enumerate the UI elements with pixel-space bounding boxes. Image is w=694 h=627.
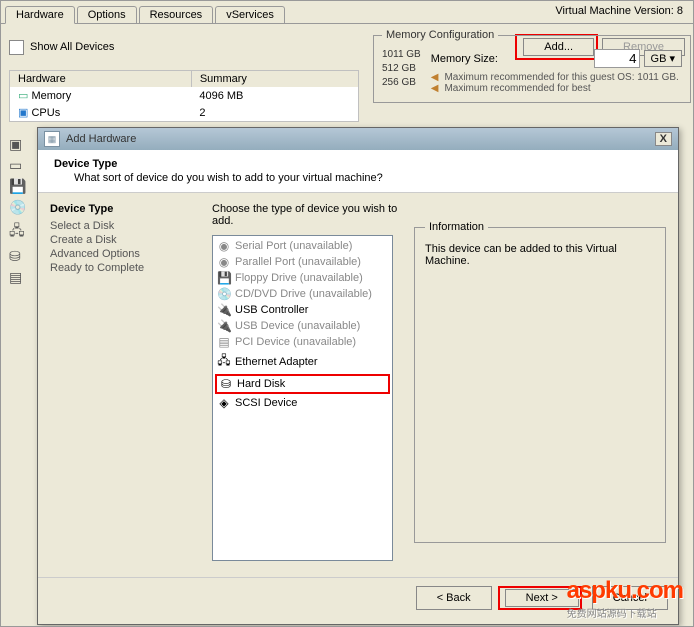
table-row[interactable]: ▭ Memory 4096 MB	[10, 87, 359, 104]
device-icon: 💾	[9, 178, 26, 195]
device-icon: ▭	[9, 157, 26, 174]
device-item-label: CD/DVD Drive (unavailable)	[235, 288, 372, 300]
info-panel: Information This device can be added to …	[402, 193, 678, 577]
watermark-sub: 免费网站源码下载站	[567, 605, 683, 620]
device-item[interactable]: ⛁ Hard Disk	[217, 376, 388, 392]
dialog-header: Device Type What sort of device do you w…	[38, 150, 678, 193]
watermark-main: aspku.com	[567, 577, 683, 604]
device-item-label: USB Controller	[235, 304, 308, 316]
watermark: aspku.com 免费网站源码下载站	[567, 577, 683, 620]
row-value: 4096 MB	[191, 87, 358, 104]
dialog-icon: ▦	[44, 131, 60, 147]
device-icon: ⛁	[9, 248, 26, 265]
device-item-label: SCSI Device	[235, 397, 297, 409]
device-type-panel: Choose the type of device you wish to ad…	[212, 193, 402, 577]
device-item-label: Floppy Drive (unavailable)	[235, 272, 363, 284]
wizard-steps: Device Type Select a Disk Create a Disk …	[38, 193, 212, 577]
device-icon: 💿	[9, 199, 26, 216]
device-item[interactable]: 🖧 Ethernet Adapter	[215, 350, 390, 373]
tab-resources[interactable]: Resources	[139, 6, 214, 23]
device-item: 💿 CD/DVD Drive (unavailable)	[215, 286, 390, 302]
vm-settings-window: Hardware Options Resources vServices Vir…	[0, 0, 694, 627]
device-icon: 🖧	[9, 220, 26, 244]
mem-rec-text: Maximum recommended for best	[444, 83, 590, 94]
memory-size-input[interactable]	[594, 49, 640, 68]
col-hardware[interactable]: Hardware	[10, 71, 192, 88]
wizard-step[interactable]: Advanced Options	[50, 247, 200, 261]
wizard-step-current: Device Type	[50, 203, 200, 215]
dialog-title-text: Add Hardware	[66, 133, 136, 145]
device-icon: ▤	[9, 269, 26, 286]
cpu-icon: ▣	[18, 107, 28, 119]
device-item-icon: 🔌	[217, 319, 231, 333]
wizard-step[interactable]: Select a Disk	[50, 219, 200, 233]
info-title: Information	[425, 221, 488, 233]
memory-icon: ▭	[18, 90, 28, 102]
device-item: ◉ Serial Port (unavailable)	[215, 238, 390, 254]
memory-unit-select[interactable]: GB ▾	[644, 50, 682, 67]
device-item-label: Serial Port (unavailable)	[235, 240, 352, 252]
show-all-checkbox[interactable]	[9, 40, 24, 55]
tab-options[interactable]: Options	[77, 6, 137, 23]
device-item-icon: ▤	[217, 335, 231, 349]
mem-tick: 512 GB	[382, 63, 421, 74]
device-icon: ▣	[9, 136, 26, 153]
memory-size-label: Memory Size:	[431, 53, 498, 65]
add-hardware-dialog: ▦ Add Hardware X Device Type What sort o…	[37, 127, 679, 625]
tab-hardware[interactable]: Hardware	[5, 6, 75, 24]
show-all-label: Show All Devices	[30, 41, 114, 53]
dialog-header-sub: What sort of device do you wish to add t…	[74, 172, 662, 184]
device-item: ◉ Parallel Port (unavailable)	[215, 254, 390, 270]
device-type-instruction: Choose the type of device you wish to ad…	[212, 203, 402, 227]
wizard-step[interactable]: Ready to Complete	[50, 261, 200, 275]
triangle-icon: ◀	[431, 83, 439, 94]
device-item: ▤ PCI Device (unavailable)	[215, 334, 390, 350]
wizard-step[interactable]: Create a Disk	[50, 233, 200, 247]
device-item-icon: ◉	[217, 239, 231, 253]
mem-tick: 256 GB	[382, 77, 421, 88]
device-item-icon: 🔌	[217, 303, 231, 317]
mem-tick: 1011 GB	[382, 49, 421, 60]
row-name: Memory	[31, 90, 71, 102]
device-item-label: PCI Device (unavailable)	[235, 336, 356, 348]
device-item-icon: ◉	[217, 255, 231, 269]
device-item-icon: 🖧	[217, 351, 231, 372]
device-item-icon: 💿	[217, 287, 231, 301]
device-item-label: USB Device (unavailable)	[235, 320, 360, 332]
device-item[interactable]: 🔌 USB Controller	[215, 302, 390, 318]
device-list[interactable]: ◉ Serial Port (unavailable) ◉ Parallel Port…	[212, 235, 393, 561]
memory-config-group: Memory Configuration 1011 GB 512 GB 256 …	[373, 29, 691, 103]
device-item-label: Parallel Port (unavailable)	[235, 256, 361, 268]
device-item: 💾 Floppy Drive (unavailable)	[215, 270, 390, 286]
close-icon[interactable]: X	[655, 132, 672, 146]
table-row[interactable]: ▣ CPUs 2	[10, 104, 359, 122]
hardware-table: Hardware Summary ▭ Memory 4096 MB ▣ CPUs…	[9, 70, 359, 122]
row-name: CPUs	[31, 107, 60, 119]
device-item: 🔌 USB Device (unavailable)	[215, 318, 390, 334]
row-value: 2	[191, 104, 358, 122]
device-item-label: Ethernet Adapter	[235, 356, 318, 368]
back-button[interactable]: < Back	[416, 586, 492, 610]
device-item-icon: ◈	[217, 396, 231, 410]
triangle-icon: ◀	[431, 72, 439, 83]
col-summary[interactable]: Summary	[191, 71, 358, 88]
device-item[interactable]: ◈ SCSI Device	[215, 395, 390, 411]
device-item-icon: ⛁	[219, 377, 233, 391]
vm-version-label: Virtual Machine Version: 8	[555, 5, 683, 17]
dialog-titlebar[interactable]: ▦ Add Hardware X	[38, 128, 678, 150]
dialog-header-title: Device Type	[54, 158, 662, 170]
memory-config-title: Memory Configuration	[382, 29, 498, 41]
mem-rec-text: Maximum recommended for this guest OS: 1…	[444, 72, 678, 83]
device-icons-sidebar: ▣ ▭ 💾 💿 🖧 ⛁ ▤	[9, 136, 26, 286]
device-item-label: Hard Disk	[237, 378, 285, 390]
info-text: This device can be added to this Virtual…	[425, 243, 655, 267]
device-item-icon: 💾	[217, 271, 231, 285]
memory-scale: 1011 GB 512 GB 256 GB	[382, 49, 421, 94]
tab-vservices[interactable]: vServices	[215, 6, 285, 23]
